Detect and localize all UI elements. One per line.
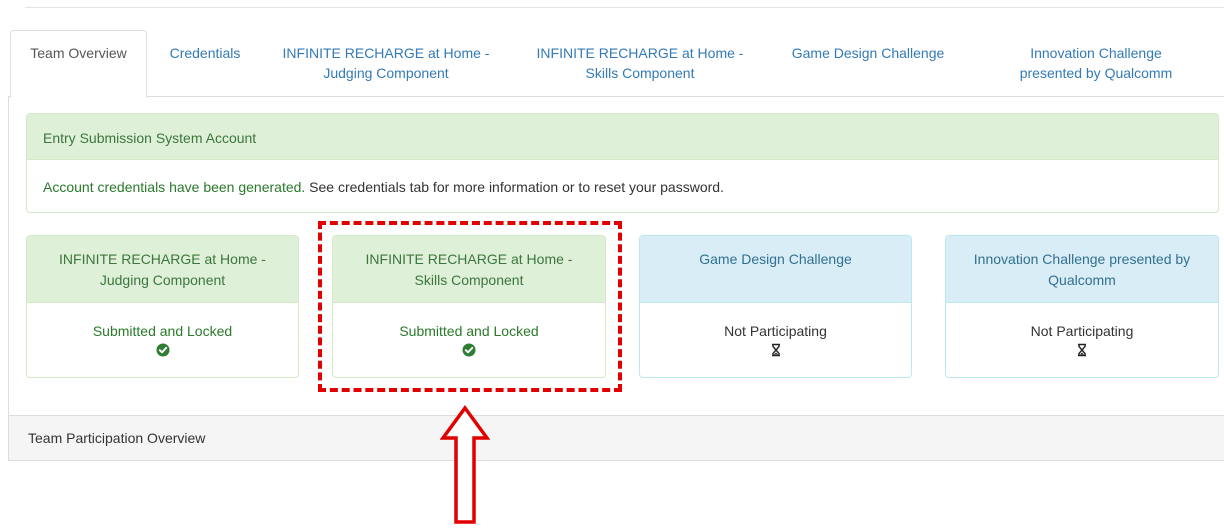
panel-heading: Entry Submission System Account	[27, 114, 1218, 160]
panel-body: Account credentials have been generated.…	[27, 160, 1218, 195]
card-body: Submitted and Locked	[27, 303, 298, 357]
tab-label: Team Overview	[30, 45, 127, 61]
team-participation-overview-panel[interactable]: Team Participation Overview	[9, 415, 1224, 460]
hourglass-icon	[769, 342, 783, 357]
hourglass-icon	[1075, 342, 1089, 357]
tab-innovation-challenge[interactable]: Innovation Challenge presented by Qualco…	[998, 30, 1194, 97]
skills-component-card: INFINITE RECHARGE at Home - Skills Compo…	[332, 235, 606, 378]
card-heading: INFINITE RECHARGE at Home - Judging Comp…	[27, 236, 298, 303]
card-title: Game Design Challenge	[699, 251, 852, 267]
card-heading: INFINITE RECHARGE at Home - Skills Compo…	[333, 236, 605, 303]
status-text: Submitted and Locked	[399, 323, 539, 339]
tab-judging-component[interactable]: INFINITE RECHARGE at Home - Judging Comp…	[266, 30, 506, 97]
card-title: INFINITE RECHARGE at Home -	[59, 251, 266, 267]
credentials-generated-text: Account credentials have been generated.	[43, 179, 306, 195]
annotation-arrow-up-icon	[440, 405, 490, 524]
card-heading: Game Design Challenge	[640, 236, 911, 303]
tab-credentials[interactable]: Credentials	[154, 30, 256, 97]
tab-label-line2: Judging Component	[323, 65, 449, 81]
top-divider	[25, 7, 1224, 8]
innovation-challenge-card: Innovation Challenge presented by Qualco…	[945, 235, 1219, 378]
team-participation-overview-label: Team Participation Overview	[28, 430, 206, 446]
status-text: Not Participating	[1030, 323, 1134, 339]
card-body: Not Participating	[946, 303, 1218, 357]
card-title-line2: Judging Component	[99, 272, 226, 288]
tab-label: Innovation Challenge	[1030, 45, 1162, 61]
judging-component-card: INFINITE RECHARGE at Home - Judging Comp…	[26, 235, 299, 378]
tab-label: Credentials	[169, 45, 241, 61]
tab-label-line2: presented by Qualcomm	[1019, 65, 1173, 81]
card-title: INFINITE RECHARGE at Home -	[365, 251, 573, 267]
tab-team-overview[interactable]: Team Overview	[10, 30, 147, 98]
card-title-line2: Skills Component	[414, 272, 524, 288]
tab-label-line2: Skills Component	[585, 65, 695, 81]
tab-label: INFINITE RECHARGE at Home -	[282, 45, 490, 61]
status-text: Not Participating	[724, 323, 827, 339]
tab-game-design-challenge[interactable]: Game Design Challenge	[774, 30, 962, 97]
status-text: Submitted and Locked	[92, 323, 233, 339]
game-design-challenge-card: Game Design Challenge Not Participating	[639, 235, 912, 378]
card-title: Innovation Challenge presented by	[973, 251, 1191, 267]
tab-label: INFINITE RECHARGE at Home -	[536, 45, 744, 61]
card-heading: Innovation Challenge presented by Qualco…	[946, 236, 1218, 303]
card-title-line2: Qualcomm	[1048, 272, 1116, 288]
tab-bar: Team Overview Credentials INFINITE RECHA…	[8, 30, 1224, 98]
check-circle-icon	[156, 342, 170, 357]
card-body: Not Participating	[640, 303, 911, 357]
tab-label: Game Design Challenge	[791, 45, 945, 61]
entry-submission-account-panel: Entry Submission System Account Account …	[26, 113, 1219, 213]
credentials-info-text: See credentials tab for more information…	[305, 179, 724, 195]
tab-skills-component[interactable]: INFINITE RECHARGE at Home - Skills Compo…	[518, 30, 762, 97]
check-circle-icon	[462, 342, 476, 357]
card-body: Submitted and Locked	[333, 303, 605, 357]
